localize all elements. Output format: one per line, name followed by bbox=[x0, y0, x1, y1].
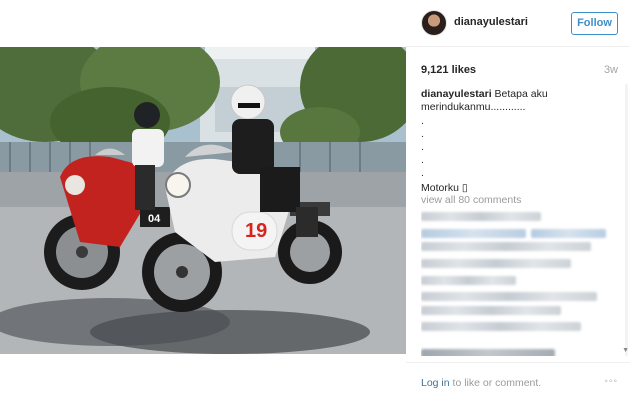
rear-bike-number: 04 bbox=[148, 213, 161, 225]
caption-username[interactable]: dianayulestari bbox=[421, 88, 492, 100]
post-header: dianayulestari Follow bbox=[406, 0, 630, 47]
ellipsis-icon[interactable]: ◦◦◦ bbox=[604, 376, 618, 387]
follow-button[interactable]: Follow bbox=[571, 12, 618, 35]
post-footer: Log in to like or comment. ◦◦◦ bbox=[406, 362, 630, 405]
blurred-comments bbox=[421, 210, 621, 356]
blurred-comment bbox=[421, 242, 591, 251]
likes-count[interactable]: 9,121 likes bbox=[421, 64, 476, 76]
blurred-comment bbox=[421, 259, 571, 268]
front-bike-number: 19 bbox=[245, 220, 267, 242]
caption-dot: . bbox=[421, 167, 424, 179]
blurred-comment bbox=[421, 229, 526, 238]
blurred-comment bbox=[421, 306, 561, 315]
login-prompt-text: to like or comment. bbox=[452, 377, 542, 389]
blurred-comment bbox=[421, 292, 597, 301]
view-all-comments-link[interactable]: view all 80 comments bbox=[421, 194, 521, 206]
comments-scrollbar[interactable] bbox=[625, 84, 628, 356]
caption-dot: . bbox=[421, 154, 424, 166]
login-prompt: Log in to like or comment. bbox=[421, 377, 541, 389]
post-sidebar: dianayulestari Follow 9,121 likes 3w dia… bbox=[406, 0, 630, 405]
blurred-comment bbox=[421, 349, 555, 356]
post-time: 3w bbox=[603, 64, 618, 76]
scroll-down-icon[interactable]: ▼ bbox=[622, 347, 629, 354]
blurred-comment bbox=[421, 276, 516, 285]
avatar[interactable] bbox=[421, 10, 447, 36]
caption-dot: . bbox=[421, 128, 424, 140]
post-photo[interactable]: 04 19 bbox=[0, 47, 406, 354]
blurred-comment bbox=[421, 322, 581, 331]
caption-dot: . bbox=[421, 115, 424, 127]
caption: dianayulestari Betapa aku merindukanmu..… bbox=[421, 88, 616, 195]
header-username[interactable]: dianayulestari bbox=[454, 16, 528, 28]
login-link[interactable]: Log in bbox=[421, 377, 450, 389]
caption-dot: . bbox=[421, 141, 424, 153]
blurred-comment bbox=[421, 212, 541, 221]
motorcycle-photo: 04 19 bbox=[0, 47, 406, 354]
blurred-comment bbox=[531, 229, 606, 238]
